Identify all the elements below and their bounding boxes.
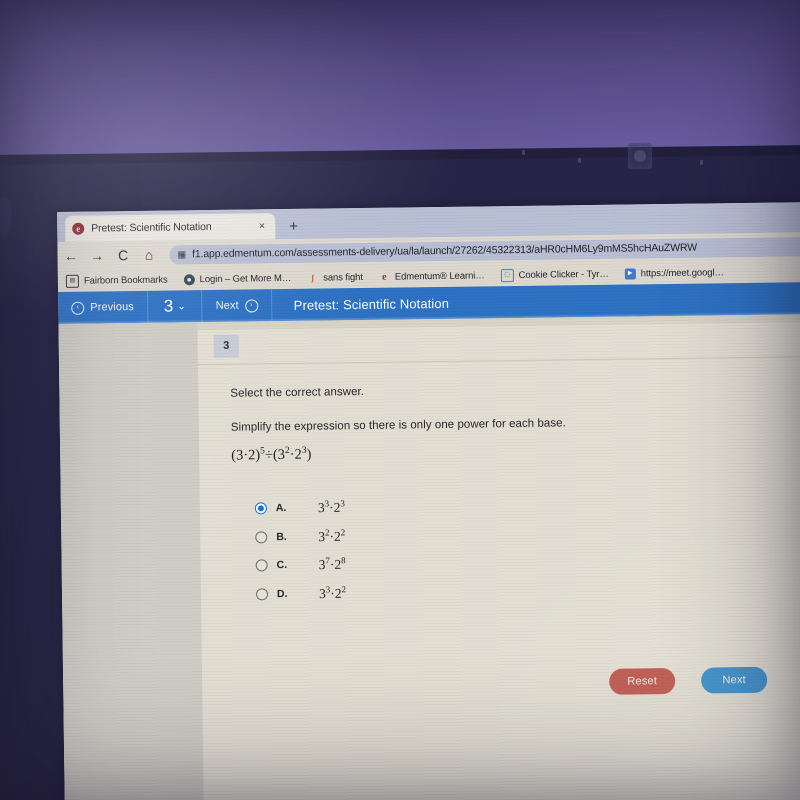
opt-base: ·2 [329,528,341,544]
bookmark-edmentum-learning[interactable]: e Edmentum® Learni… [379,270,485,282]
question-content: Select the correct answer. Simplify the … [198,357,800,609]
bookmark-label: Cookie Clicker - Tyr… [518,268,609,281]
option-expression: 32·22 [318,527,345,545]
expr-part: ·2 [289,446,302,463]
next-button[interactable]: Next [701,666,768,694]
meet-icon: ▶ [624,267,636,280]
bookmark-label: Edmentum® Learni… [394,269,485,283]
opt-exp: 3 [340,498,345,509]
cookie-clicker-icon: ▢ [500,268,514,282]
bookmark-label: https://meet.googl… [640,266,724,279]
previous-label: Previous [90,301,134,314]
option-letter: C. [276,559,288,572]
browser-tab[interactable]: e Pretest: Scientific Notation × [65,213,276,242]
tab-title: Pretest: Scientific Notation [91,220,212,235]
arrow-right-circle-icon: › [244,298,258,313]
next-nav-button[interactable]: Next › [202,289,272,323]
opt-exp: 2 [341,584,347,595]
question-card: 3 Select the correct answer. Simplify th… [197,322,800,800]
folder-icon: ▤ [65,274,79,288]
bookmark-label: Login – Get More M… [199,272,292,285]
back-icon[interactable]: ← [63,248,78,264]
action-buttons: Reset Next [609,666,768,695]
page-info-icon: ▦ [177,248,187,259]
assessment-title: Pretest: Scientific Notation [293,295,450,313]
radio-button-b[interactable] [255,530,268,544]
option-expression: 33·23 [318,499,345,517]
answer-options-list: A. 33·23 B. 32·22 C. 37·28 D. 33·22 [254,487,800,608]
option-expression: 37·28 [319,556,346,574]
option-letter: B. [276,530,287,543]
opt-base: ·2 [330,585,342,601]
wall-background [0,0,800,158]
radio-button-a[interactable] [254,502,267,515]
edmentum-icon: e [382,271,387,283]
webcam-icon [627,142,653,170]
expr-part: ÷(3 [264,446,286,464]
option-expression: 33·22 [319,584,346,602]
bookmark-label: sans fight [323,271,363,284]
page-selector-dropdown[interactable]: 3 ⌄ [147,290,203,323]
expr-part: (3·2) [231,447,261,464]
answer-option-d[interactable]: D. 33·22 [255,572,800,608]
address-bar[interactable]: ▦ f1.app.edmentum.com/assessments-delive… [169,236,800,265]
bookmark-login[interactable]: ● Login – Get More M… [183,272,292,285]
opt-base: ·2 [329,557,342,573]
current-page-number: 3 [163,296,174,316]
home-icon[interactable]: ⌂ [141,247,156,263]
bookmark-fairborn-bookmarks[interactable]: ▤ Fairborn Bookmarks [65,273,168,288]
next-nav-label: Next [215,299,239,312]
globe-icon: ● [183,273,195,285]
bezel-speck [522,150,525,155]
option-letter: A. [275,502,287,515]
radio-button-d[interactable] [255,587,269,601]
laptop-screen: e Pretest: Scientific Notation × + ← → C… [57,202,800,800]
reset-button[interactable]: Reset [609,667,676,695]
opt-base: ·2 [329,500,341,516]
address-bar-url: f1.app.edmentum.com/assessments-delivery… [192,241,698,261]
bookmark-google-meet[interactable]: ▶ https://meet.googl… [624,266,724,280]
reload-icon[interactable]: C [115,247,130,263]
expr-part: ) [306,446,312,463]
opt-exp: 8 [341,555,346,566]
close-icon[interactable]: × [256,220,269,232]
forward-icon[interactable]: → [89,247,104,263]
option-letter: D. [276,587,288,600]
question-number-badge: 3 [213,334,239,358]
arrow-left-circle-icon: ‹ [71,301,85,315]
radio-button-c[interactable] [255,559,268,572]
bookmark-sans-fight[interactable]: ʃ sans fight [307,272,363,284]
edmentum-favicon-icon: e [72,222,85,235]
bezel-speck [578,158,581,163]
new-tab-icon[interactable]: + [289,218,298,235]
opt-exp: 2 [340,527,346,538]
left-gutter [58,322,204,800]
previous-button[interactable]: ‹ Previous [58,290,149,324]
bezel-speck [700,160,703,165]
photo-scene: e Pretest: Scientific Notation × + ← → C… [0,0,800,800]
question-prompt: Simplify the expression so there is only… [230,417,566,434]
bookmark-label: Fairborn Bookmarks [83,274,168,287]
bookmark-cookie-clicker[interactable]: ▢ Cookie Clicker - Tyr… [500,267,609,282]
question-instruction: Select the correct answer. [230,385,365,400]
question-expression: (3·2)5÷(32·23) [231,439,800,465]
chevron-down-icon: ⌄ [177,300,186,312]
assessment-page-body: 3 Select the correct answer. Simplify th… [58,314,800,800]
sans-icon: ʃ [311,272,315,283]
